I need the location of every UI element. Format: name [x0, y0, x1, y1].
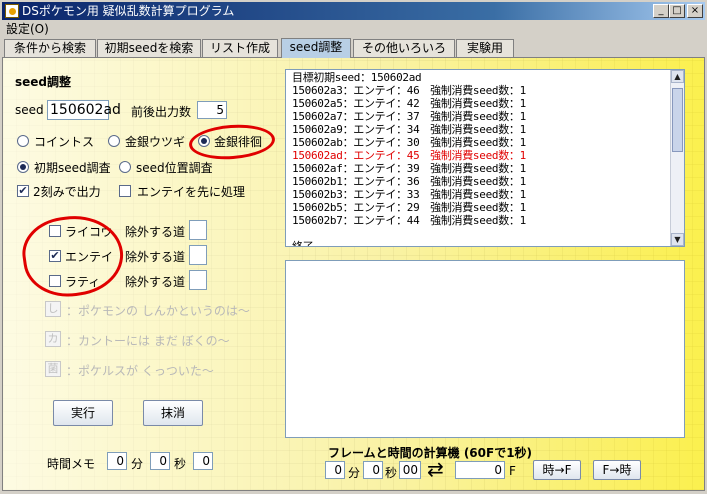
- memo-extra-input[interactable]: 0: [193, 452, 213, 470]
- results-scrollbar[interactable]: ▲ ▼: [670, 70, 684, 246]
- tab-seed-adjust[interactable]: seed調整: [281, 38, 351, 58]
- run-button[interactable]: 実行: [53, 400, 113, 426]
- tab-list-creation[interactable]: リスト作成: [202, 39, 278, 57]
- entei-exclude-label: 除外する道: [125, 250, 186, 264]
- result-line: 150602b5：エンテイ：29 強制消費seed数：1: [292, 201, 526, 214]
- checkbox-2step[interactable]: ✔: [17, 185, 29, 197]
- radio-initial-seed[interactable]: [17, 161, 29, 173]
- calc-frame-unit: F: [509, 464, 516, 478]
- result-line: 終了: [292, 240, 314, 247]
- calc-minutes-unit: 分: [348, 466, 361, 480]
- option-pokerus-label: ：ポケルスが くっついた～: [66, 364, 214, 378]
- radio-initial-seed-label: 初期seed調査: [34, 161, 111, 175]
- radio-gs-utsugi-label: 金銀ウツギ: [125, 135, 186, 149]
- result-line: 150602b3：エンテイ：33 強制消費seed数：1: [292, 188, 526, 201]
- result-line: 150602b1：エンテイ：36 強制消費seed数：1: [292, 175, 526, 188]
- menu-settings[interactable]: 設定(O): [6, 22, 49, 36]
- memo-seconds-input[interactable]: 0: [150, 452, 170, 470]
- result-line: 150602a3：エンテイ：46 強制消費seed数：1: [292, 84, 526, 97]
- app-window: DSポケモン用 疑似乱数計算プログラム _ □ × 設定(O) 条件から検索 初…: [0, 0, 707, 494]
- latias-label: ラティ: [65, 275, 101, 289]
- result-line: 150602b7：エンテイ：44 強制消費seed数：1: [292, 214, 526, 227]
- range-label: 前後出力数: [131, 105, 192, 119]
- radio-seed-position-label: seed位置調査: [136, 161, 213, 175]
- latias-exclude-label: 除外する道: [125, 275, 186, 289]
- radio-cointoss[interactable]: [17, 135, 29, 147]
- maximize-button[interactable]: □: [669, 4, 685, 18]
- calc-seconds-input[interactable]: 0: [363, 461, 383, 479]
- raikou-exclude-input[interactable]: [189, 220, 207, 240]
- tab-initial-seed-search[interactable]: 初期seedを検索: [97, 39, 201, 57]
- calc-frames-input[interactable]: 00: [399, 461, 421, 479]
- scroll-up-icon[interactable]: ▲: [671, 70, 684, 83]
- entei-exclude-input[interactable]: [189, 245, 207, 265]
- java-app-icon: [5, 4, 19, 18]
- calc-frame-count-input[interactable]: 0: [455, 461, 505, 479]
- scroll-down-icon[interactable]: ▼: [671, 233, 684, 246]
- section-heading: seed調整: [15, 75, 72, 89]
- frame-to-time-button[interactable]: F→時: [593, 460, 641, 480]
- checkbox-entei[interactable]: ✔: [49, 250, 61, 262]
- time-to-frame-button[interactable]: 時→F: [533, 460, 581, 480]
- memo-minutes-unit: 分: [131, 457, 144, 471]
- result-line: 150602a5：エンテイ：42 強制消費seed数：1: [292, 97, 526, 110]
- checkbox-2step-label: 2刻みで出力: [33, 185, 101, 199]
- raikou-label: ライコウ: [65, 225, 113, 239]
- swap-arrows-icon: ⇄: [427, 457, 444, 481]
- checkbox-latias[interactable]: [49, 275, 61, 287]
- option-kanto-badge[interactable]: カ: [45, 331, 61, 347]
- seed-input[interactable]: 150602ad: [47, 100, 121, 120]
- radio-gs-utsugi[interactable]: [108, 135, 120, 147]
- memo-minutes-input[interactable]: 0: [107, 452, 127, 470]
- checkbox-entei-first[interactable]: [119, 185, 131, 197]
- radio-cointoss-label: コイントス: [34, 135, 95, 149]
- option-evolution-label: ：ポケモンの しんかというのは～: [66, 304, 250, 318]
- window-title: DSポケモン用 疑似乱数計算プログラム: [22, 4, 235, 18]
- checkbox-entei-first-label: エンテイを先に処理: [137, 185, 246, 199]
- option-pokerus-badge[interactable]: 菌: [45, 361, 61, 377]
- seed-label: seed: [15, 103, 44, 117]
- minimize-button[interactable]: _: [653, 4, 669, 18]
- radio-gs-roaming-label: 金銀徘徊: [214, 135, 263, 149]
- output-textarea[interactable]: [285, 260, 685, 438]
- result-line: 150602af：エンテイ：39 強制消費seed数：1: [292, 162, 526, 175]
- time-memo-label: 時間メモ: [47, 457, 96, 471]
- radio-seed-position[interactable]: [119, 161, 131, 173]
- tab-search-conditions[interactable]: 条件から検索: [4, 39, 96, 57]
- raikou-exclude-label: 除外する道: [125, 225, 186, 239]
- tab-experimental[interactable]: 実験用: [456, 39, 514, 57]
- seed-adjust-panel: seed調整 seed 150602ad 前後出力数 5 コイントス 金銀ウツギ…: [2, 57, 705, 491]
- clear-button[interactable]: 抹消: [143, 400, 203, 426]
- result-line: 150602a9：エンテイ：34 強制消費seed数：1: [292, 123, 526, 136]
- latias-exclude-input[interactable]: [189, 270, 207, 290]
- result-line: 150602ab：エンテイ：30 強制消費seed数：1: [292, 136, 526, 149]
- result-line: 150602a7：エンテイ：37 強制消費seed数：1: [292, 110, 526, 123]
- option-kanto-label: ：カントーには まだ ぼくの～: [66, 334, 230, 348]
- title-bar[interactable]: DSポケモン用 疑似乱数計算プログラム _ □ ×: [2, 2, 705, 20]
- entei-label: エンテイ: [65, 250, 114, 264]
- memo-seconds-unit: 秒: [174, 457, 187, 471]
- calc-minutes-input[interactable]: 0: [325, 461, 345, 479]
- calc-seconds-unit: 秒: [385, 466, 398, 480]
- option-evolution-badge[interactable]: し: [45, 301, 61, 317]
- close-button[interactable]: ×: [687, 4, 703, 18]
- tab-misc[interactable]: その他いろいろ: [353, 39, 455, 57]
- result-line-highlighted: 150602ad：エンテイ：45 強制消費seed数：1: [292, 149, 526, 162]
- results-list[interactable]: 目標初期seed：150602ad 150602a3：エンテイ：46 強制消費s…: [285, 69, 685, 247]
- range-input[interactable]: 5: [197, 101, 227, 119]
- radio-gs-roaming[interactable]: [198, 135, 210, 147]
- result-line: 目標初期seed：150602ad: [292, 71, 422, 84]
- menu-bar: 設定(O): [2, 20, 705, 38]
- scroll-thumb[interactable]: [672, 88, 683, 152]
- checkbox-raikou[interactable]: [49, 225, 61, 237]
